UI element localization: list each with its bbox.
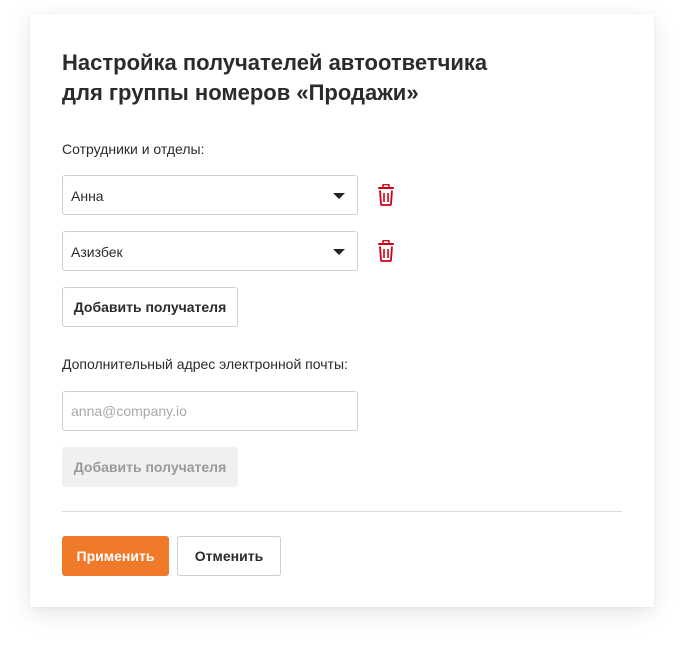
- caret-down-icon: [333, 193, 345, 199]
- add-email-recipient-button[interactable]: Добавить получателя: [62, 447, 238, 487]
- apply-button[interactable]: Применить: [62, 536, 169, 576]
- recipient-select-2[interactable]: Азизбек: [62, 231, 358, 271]
- trash-icon[interactable]: [376, 239, 396, 262]
- caret-down-icon: [333, 249, 345, 255]
- extra-email-input[interactable]: [62, 391, 358, 431]
- trash-icon[interactable]: [376, 183, 396, 206]
- autoresponder-recipients-dialog: Настройка получателей автоответчика для …: [30, 14, 654, 607]
- employees-departments-label: Сотрудники и отделы:: [62, 141, 205, 157]
- extra-email-label: Дополнительный адрес электронной почты:: [62, 356, 348, 372]
- cancel-button[interactable]: Отменить: [177, 536, 281, 576]
- add-recipient-button[interactable]: Добавить получателя: [62, 287, 238, 327]
- dialog-title: Настройка получателей автоответчика для …: [62, 48, 602, 108]
- recipient-select-1[interactable]: Анна: [62, 175, 358, 215]
- divider: [62, 511, 622, 512]
- dialog-title-line-1: Настройка получателей автоответчика: [62, 50, 488, 75]
- recipient-select-value: Анна: [71, 188, 104, 204]
- dialog-title-line-2: для группы номеров «Продажи»: [62, 80, 419, 105]
- recipient-select-value: Азизбек: [71, 244, 123, 260]
